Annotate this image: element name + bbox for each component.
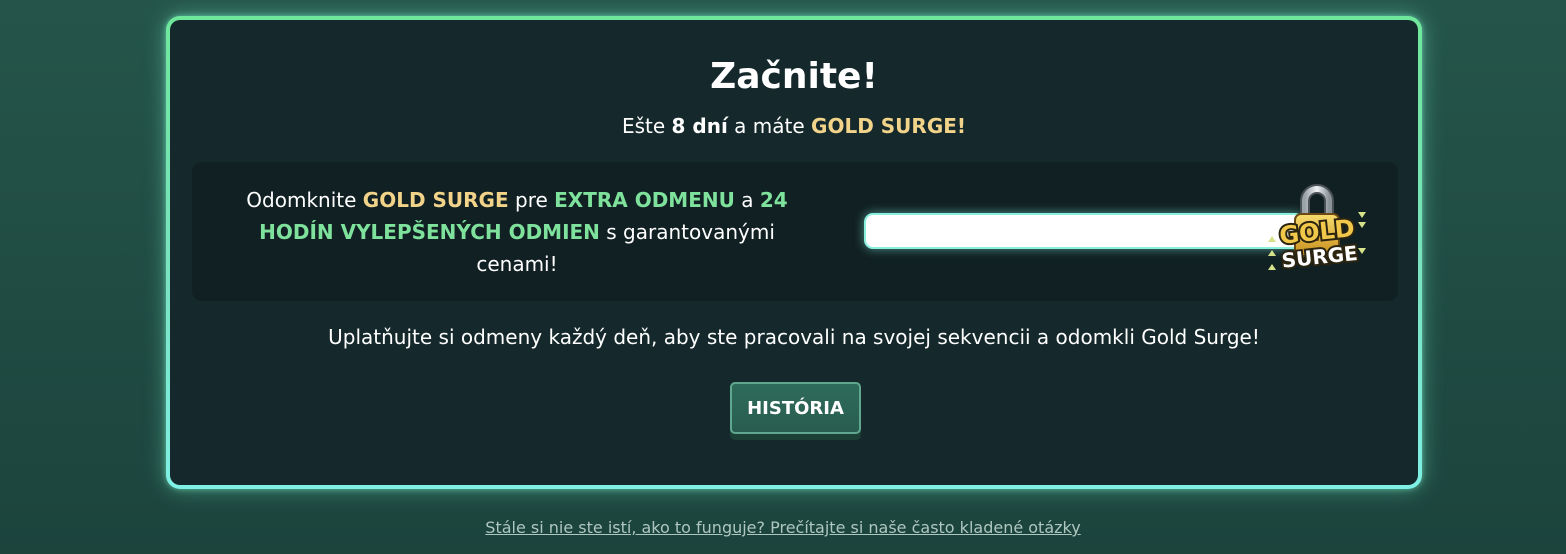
page-title: Začnite! [710, 56, 878, 97]
gold-surge-card: Začnite! Ešte 8 dní a máte GOLD SURGE! O… [166, 16, 1422, 489]
subtitle-prefix: Ešte [621, 114, 672, 138]
gold-surge-badge: GOLD SURGE [1262, 176, 1372, 278]
panel-description: Odomknite GOLD SURGE pre EXTRA ODMENU a … [232, 184, 802, 280]
gold-surge-logo-text: GOLD SURGE [1276, 212, 1361, 275]
panel-text-1: Odomknite [246, 188, 363, 212]
faq-link[interactable]: Stále si nie ste istí, ako to funguje? P… [0, 518, 1566, 537]
panel-extra-reward: EXTRA ODMENU [554, 188, 735, 212]
panel-text-3: a [734, 188, 760, 212]
gold-surge-progress-bar [864, 213, 1304, 249]
panel-gold-surge: GOLD SURGE [362, 188, 509, 212]
gold-surge-highlight: GOLD SURGE! [811, 114, 967, 138]
gold-surge-panel: Odomknite GOLD SURGE pre EXTRA ODMENU a … [192, 162, 1398, 301]
countdown-subtitle: Ešte 8 dní a máte GOLD SURGE! [170, 114, 1418, 138]
days-remaining: 8 dní [671, 114, 728, 138]
panel-text-2: pre [508, 188, 555, 212]
info-text: Uplatňujte si odmeny každý deň, aby ste … [328, 325, 1260, 349]
history-button[interactable]: HISTÓRIA [730, 382, 861, 434]
subtitle-middle: a máte [727, 114, 812, 138]
